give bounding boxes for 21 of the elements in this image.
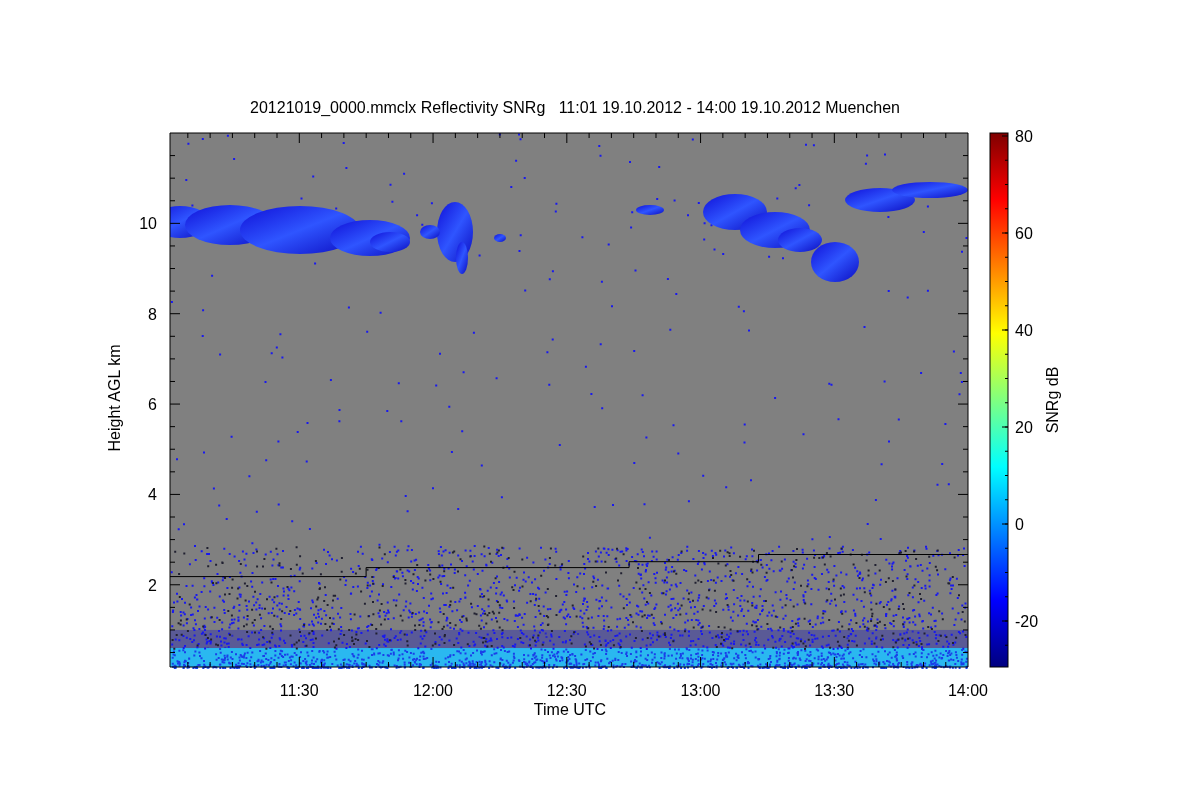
x-axis-title: Time UTC xyxy=(533,701,607,718)
y-tick-label: 8 xyxy=(148,305,157,323)
y-tick-label: 2 xyxy=(148,576,157,594)
x-tick-label: 12:30 xyxy=(546,682,587,699)
y-tick-label: 6 xyxy=(148,396,157,414)
colorbar-tick-label: 0 xyxy=(1015,516,1024,533)
colorbar-title: SNRg dB xyxy=(1044,366,1061,434)
colorbar-tick-label: 80 xyxy=(1015,128,1033,145)
colorbar-tick-label: 40 xyxy=(1015,322,1033,339)
x-tick-label: 13:00 xyxy=(680,682,721,699)
y-tick-label: 10 xyxy=(139,215,157,233)
colorbar-tick-label: 60 xyxy=(1015,225,1033,242)
x-tick-label: 11:30 xyxy=(279,682,319,699)
y-tick-label: 4 xyxy=(148,486,157,504)
x-tick-label: 14:00 xyxy=(948,682,988,699)
x-tick-label: 12:00 xyxy=(412,682,453,699)
colorbar-tick-label: -20 xyxy=(1015,613,1039,630)
chart-title: 20121019_0000.mmclx Reflectivity SNRg 11:01 19.10.2012 - 14:00 19.10.2012 Muenchen xyxy=(250,99,900,116)
colorbar-tick-label: 20 xyxy=(1015,419,1033,436)
x-tick-label: 13:30 xyxy=(814,682,855,699)
y-axis-title: Height AGL km xyxy=(106,344,123,452)
